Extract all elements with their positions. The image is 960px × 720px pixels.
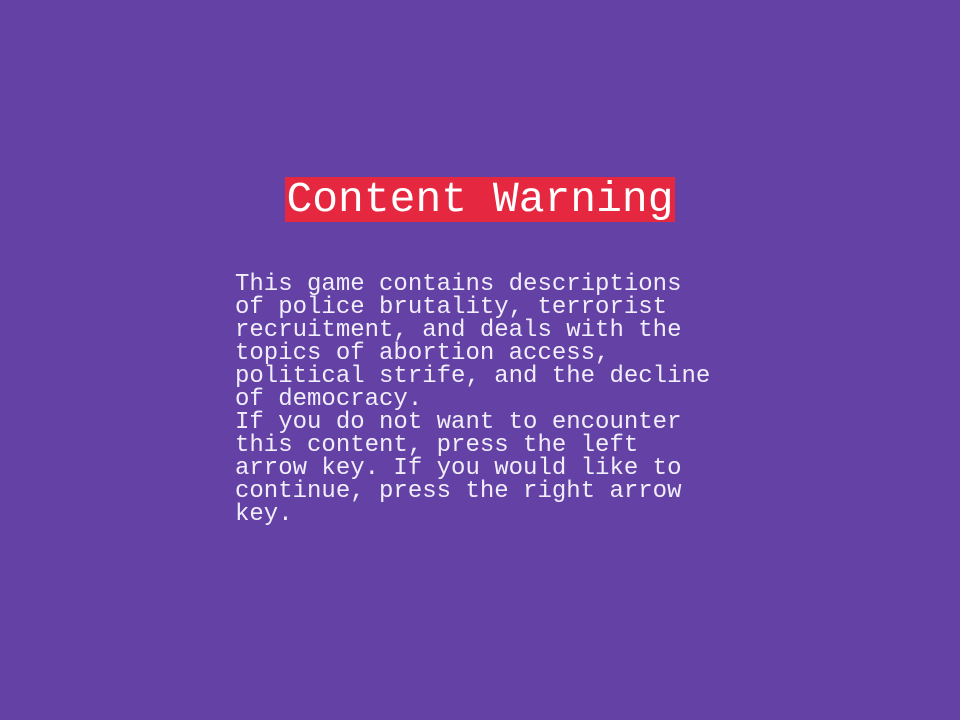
- warning-line: recruitment, and deals with the: [235, 317, 682, 344]
- warning-line: This game contains descriptions: [235, 271, 682, 298]
- content-warning-title: Content Warning: [285, 175, 675, 224]
- warning-line: topics of abortion access,: [235, 340, 610, 367]
- instruction-line: this content, press the left: [235, 432, 639, 459]
- warning-line: political strife, and the decline: [235, 363, 711, 390]
- warning-line: of democracy.: [235, 386, 423, 413]
- warning-line: of police brutality, terrorist: [235, 294, 668, 321]
- instruction-line: continue, press the right arrow: [235, 478, 682, 505]
- warning-message: This game contains descriptions of polic…: [235, 271, 735, 528]
- instruction-line: If you do not want to encounter: [235, 409, 682, 436]
- instruction-line: arrow key. If you would like to: [235, 455, 682, 482]
- title-container: Content Warning: [0, 177, 960, 222]
- instruction-line: key.: [235, 501, 293, 528]
- content-warning-screen: Content Warning This game contains descr…: [0, 0, 960, 720]
